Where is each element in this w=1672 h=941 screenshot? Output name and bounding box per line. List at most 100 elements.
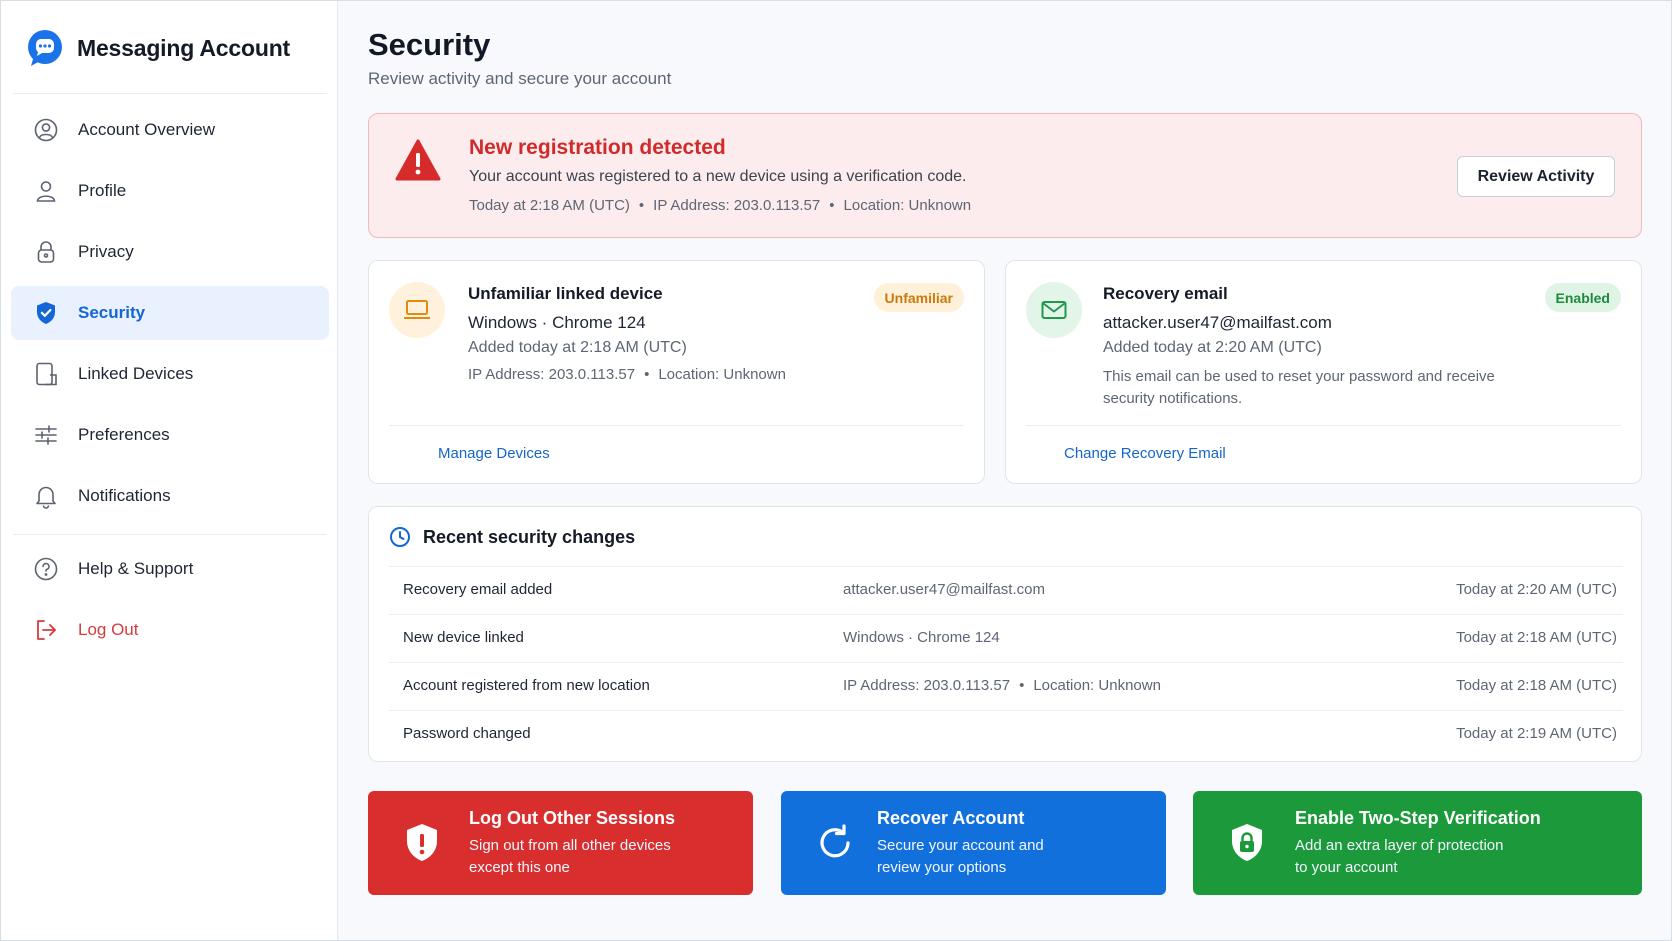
action-description: Add an extra layer of protection to your… (1295, 835, 1555, 879)
change-recovery-email-link[interactable]: Change Recovery Email (1064, 445, 1226, 462)
shield-lock-icon (1232, 824, 1262, 861)
separator: • (644, 366, 650, 383)
sidebar-item-help-support[interactable]: Help & Support (11, 542, 329, 596)
sidebar-item-label: Log Out (78, 620, 139, 639)
sidebar-divider (13, 93, 327, 94)
shield-alert-icon (407, 824, 437, 861)
device-meta: IP Address: 203.0.113.57 • Location: Unk… (468, 366, 786, 383)
change-detail-ip: IP Address: 203.0.113.57 (843, 677, 1011, 694)
table-row: Recovery email added attacker.user47@mai… (389, 566, 1623, 614)
shield-check-icon (37, 302, 55, 324)
sidebar-item-label: Linked Devices (78, 364, 194, 383)
unfamiliar-badge: Unfamiliar (873, 283, 964, 312)
alert-meta: Today at 2:18 AM (UTC) • IP Address: 203… (469, 197, 971, 214)
change-time: Today at 2:20 AM (UTC) (1456, 581, 1617, 598)
recent-security-changes: Recent security changes Recovery email a… (368, 506, 1642, 762)
action-title: Enable Two-Step Verification (1295, 808, 1541, 828)
refresh-icon (820, 824, 850, 858)
alert-title: New registration detected (469, 136, 726, 159)
page-title: Security (368, 27, 491, 62)
page-subtitle: Review activity and secure your account (368, 69, 672, 88)
change-event: New device linked (403, 629, 524, 646)
registration-alert: New registration detected Your account w… (368, 113, 1642, 238)
recovery-email-address: attacker.user47@mailfast.com (1103, 313, 1332, 332)
sidebar-item-security[interactable]: Security (11, 286, 329, 340)
device-location: Location: Unknown (658, 366, 786, 383)
table-row: Password changed Today at 2:19 AM (UTC) (389, 710, 1623, 758)
unfamiliar-device-card: Unfamiliar linked device Unfamiliar Wind… (368, 260, 985, 484)
warning-triangle-icon (395, 139, 441, 181)
separator: • (638, 197, 645, 214)
laptop-icon (404, 300, 430, 319)
alert-location: Location: Unknown (843, 197, 972, 214)
chat-bubble-logo-icon (28, 30, 62, 66)
recover-account-button[interactable]: Recover Account Secure your account and … (781, 791, 1166, 895)
sidebar-item-privacy[interactable]: Privacy (11, 225, 329, 279)
change-event: Password changed (403, 725, 531, 742)
enabled-badge: Enabled (1544, 283, 1621, 312)
sliders-icon (35, 425, 57, 445)
sidebar-item-label: Security (78, 303, 146, 322)
email-note: This email can be used to reset your pas… (1103, 368, 1495, 407)
clock-icon (390, 527, 410, 547)
separator: • (829, 197, 835, 214)
sidebar-item-profile[interactable]: Profile (11, 164, 329, 218)
table-row: New device linked Windows · Chrome 124 T… (389, 614, 1623, 662)
log-out-other-sessions-button[interactable]: Log Out Other Sessions Sign out from all… (368, 791, 753, 895)
action-description: Secure your account and review your opti… (877, 835, 1127, 879)
sidebar-item-linked-devices[interactable]: Linked Devices (11, 347, 329, 401)
change-event: Recovery email added (403, 581, 553, 598)
change-detail: IP Address: 203.0.113.57 • Location: Unk… (843, 677, 1161, 694)
changes-title: Recent security changes (423, 526, 636, 547)
action-description-line: except this one (469, 859, 570, 876)
action-title: Log Out Other Sessions (469, 808, 676, 828)
card-divider (389, 425, 964, 426)
change-time: Today at 2:19 AM (UTC) (1456, 725, 1617, 742)
card-divider (1026, 425, 1621, 426)
device-added: Added today at 2:18 AM (UTC) (468, 339, 687, 356)
change-detail-location: Location: Unknown (1033, 677, 1161, 694)
bell-icon (36, 486, 56, 509)
change-event: Account registered from new location (403, 677, 650, 694)
sidebar-divider (13, 534, 327, 535)
sidebar-item-label: Help & Support (78, 559, 194, 578)
sidebar-item-label: Notifications (78, 486, 171, 505)
sidebar-item-log-out[interactable]: Log Out (11, 603, 329, 657)
sidebar-item-label: Preferences (78, 425, 170, 444)
account-overview-icon (34, 118, 58, 142)
app-title: Messaging Account (77, 34, 290, 61)
brand: Messaging Account (25, 27, 290, 69)
lock-icon (37, 241, 55, 263)
profile-icon (36, 181, 56, 202)
change-detail: attacker.user47@mailfast.com (843, 581, 1045, 598)
enable-two-step-verification-button[interactable]: Enable Two-Step Verification Add an extr… (1193, 791, 1642, 895)
sidebar-item-notifications[interactable]: Notifications (11, 469, 329, 523)
help-icon (34, 557, 58, 581)
recovery-email-card: Recovery email Enabled attacker.user47@m… (1005, 260, 1642, 484)
action-description-line: Secure your account and (877, 837, 1044, 854)
device-card-title: Unfamiliar linked device (468, 284, 663, 303)
sidebar-item-account-overview[interactable]: Account Overview (11, 103, 329, 157)
sidebar-item-label: Account Overview (78, 120, 215, 139)
email-card-title: Recovery email (1103, 284, 1228, 303)
linked-devices-icon (36, 362, 57, 386)
email-icon-wrap (1026, 282, 1082, 338)
action-description-line: Sign out from all other devices (469, 837, 671, 854)
action-description: Sign out from all other devices except t… (469, 835, 719, 879)
sidebar-item-preferences[interactable]: Preferences (11, 408, 329, 462)
alert-ip: IP Address: 203.0.113.57 (653, 197, 821, 214)
change-time: Today at 2:18 AM (UTC) (1456, 677, 1617, 694)
sidebar-item-label: Profile (78, 181, 127, 200)
review-activity-button[interactable]: Review Activity (1457, 156, 1615, 197)
app-window: Messaging Account Account Overview Profi… (0, 0, 1672, 941)
manage-devices-link[interactable]: Manage Devices (438, 445, 550, 462)
alert-description: Your account was registered to a new dev… (469, 168, 967, 185)
action-description-line: to your account (1295, 859, 1398, 876)
separator: • (1019, 677, 1025, 694)
email-added: Added today at 2:20 AM (UTC) (1103, 339, 1322, 356)
device-icon-wrap (389, 282, 445, 338)
sidebar: Messaging Account Account Overview Profi… (1, 1, 338, 940)
table-row: Account registered from new location IP … (389, 662, 1623, 710)
action-description-line: review your options (877, 859, 1007, 876)
action-title: Recover Account (877, 808, 1025, 828)
